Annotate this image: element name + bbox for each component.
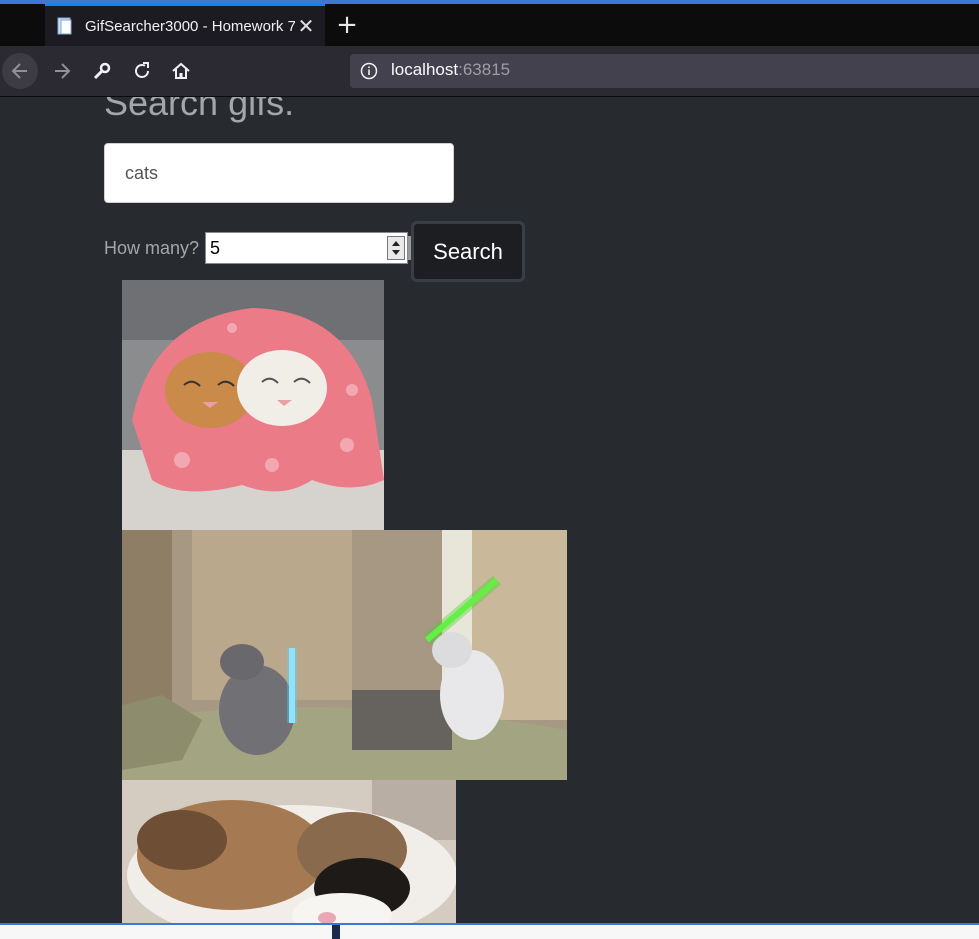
- url-text: localhost:63815: [391, 60, 510, 80]
- browser-tab[interactable]: GifSearcher3000 - Homework 7 ✕: [45, 4, 325, 46]
- navigation-toolbar: localhost:63815: [0, 46, 979, 97]
- tools-button[interactable]: [84, 53, 120, 89]
- address-bar[interactable]: localhost:63815: [350, 54, 979, 88]
- window-bottom-edge: [0, 923, 979, 939]
- document-icon: [57, 17, 72, 35]
- home-button[interactable]: [163, 53, 199, 89]
- howmany-label: How many?: [104, 238, 200, 258]
- spinner-down-icon[interactable]: [392, 250, 400, 255]
- tab-title: GifSearcher3000 - Homework 7: [85, 18, 295, 35]
- new-tab-button[interactable]: +: [335, 12, 359, 38]
- forward-button[interactable]: [44, 53, 80, 89]
- search-button[interactable]: Search: [411, 221, 525, 282]
- reload-button[interactable]: [124, 53, 160, 89]
- search-input[interactable]: [104, 143, 454, 203]
- back-button[interactable]: [2, 53, 38, 89]
- reload-icon: [135, 62, 149, 78]
- url-port: :63815: [458, 60, 511, 79]
- count-value: 5: [210, 238, 221, 258]
- scroll-indicator: [332, 925, 340, 939]
- gif-sleeping-calico-cat[interactable]: [122, 780, 456, 923]
- wrench-icon: [93, 62, 111, 80]
- home-icon: [172, 62, 190, 79]
- gif-cats-in-pink-blanket[interactable]: [122, 280, 384, 530]
- tab-strip: GifSearcher3000 - Homework 7 ✕ +: [0, 4, 979, 46]
- url-host: localhost: [391, 60, 459, 79]
- arrow-left-icon: [11, 63, 27, 79]
- spinner-arrows-icon[interactable]: [387, 236, 405, 260]
- gif-cats-lightsaber-duel[interactable]: [122, 530, 567, 780]
- page-title: Search gifs.: [104, 97, 295, 123]
- quantity-stepper[interactable]: 5: [205, 232, 408, 264]
- page-content: Search gifs. How many? 5 Search: [0, 97, 979, 923]
- info-icon[interactable]: [360, 62, 378, 80]
- close-icon[interactable]: ✕: [297, 16, 315, 36]
- spinner-up-icon[interactable]: [392, 241, 400, 246]
- arrow-right-icon: [55, 63, 71, 79]
